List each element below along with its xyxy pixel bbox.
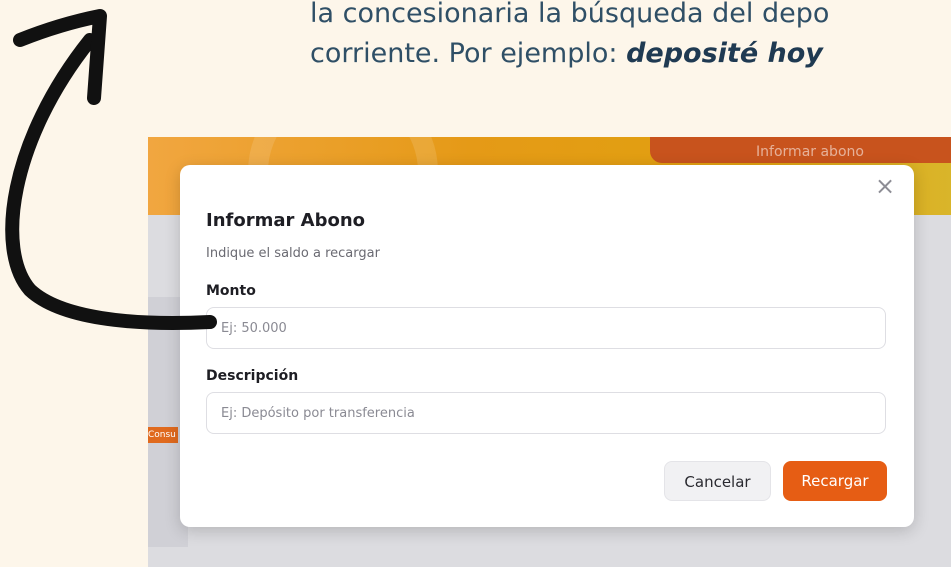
arrow-shaft bbox=[5, 33, 217, 330]
hand-drawn-arrow bbox=[5, 9, 217, 330]
